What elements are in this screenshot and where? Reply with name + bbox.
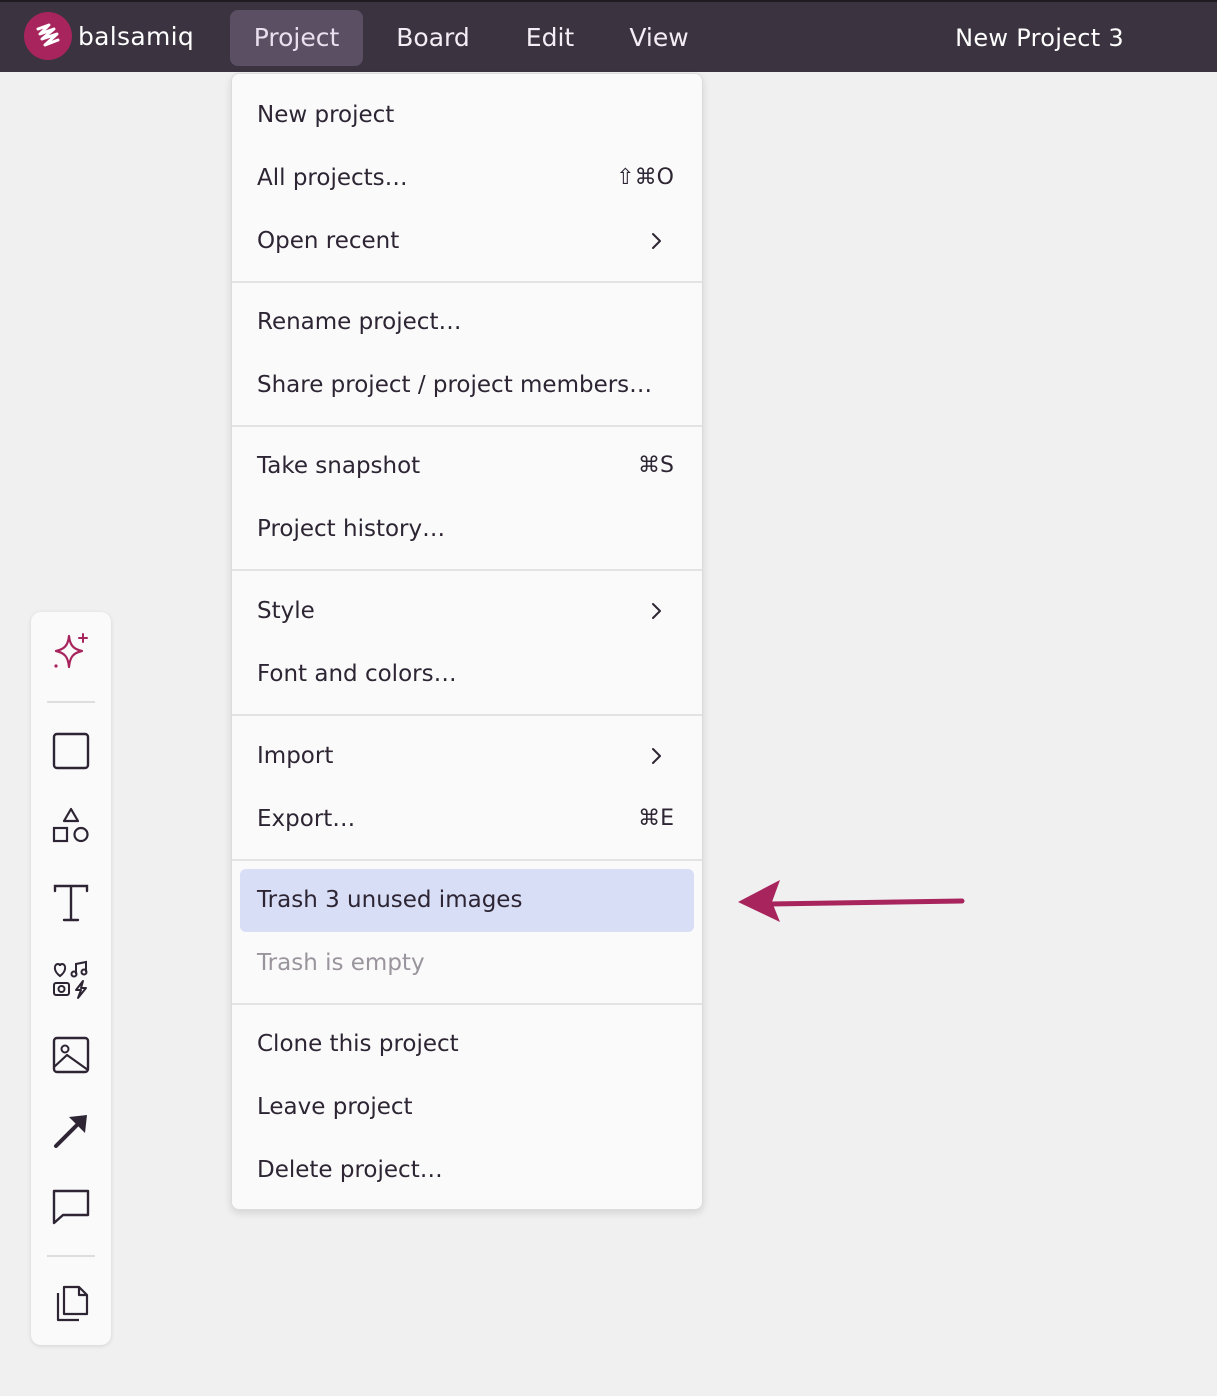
- comment-tool[interactable]: [49, 1185, 93, 1229]
- menu-divider: [232, 859, 702, 861]
- text-icon: [53, 884, 89, 922]
- menu-item-share-project[interactable]: Share project / project members…: [232, 357, 702, 413]
- menu-item-label: Style: [257, 598, 315, 624]
- chevron-right-icon: [652, 748, 661, 764]
- rectangle-icon: [52, 732, 90, 770]
- menu-item-label: Clone this project: [257, 1031, 459, 1057]
- menu-item-label: Import: [257, 743, 334, 769]
- shapes-tool[interactable]: [49, 805, 93, 849]
- menu-item-label: Take snapshot: [257, 453, 421, 479]
- image-icon: [52, 1036, 90, 1074]
- menu-item-export[interactable]: Export… ⌘E: [232, 791, 702, 847]
- icons-tool[interactable]: [49, 957, 93, 1001]
- tools-panel: [31, 612, 111, 1345]
- chevron-right-icon: [652, 603, 661, 619]
- menu-board[interactable]: Board: [378, 10, 488, 66]
- menu-item-trash-is-empty: Trash is empty: [232, 935, 702, 991]
- menu-divider: [232, 1003, 702, 1005]
- menu-project[interactable]: Project: [230, 10, 363, 66]
- shortcut-label: ⌘S: [638, 453, 674, 478]
- toolbar-divider: [47, 1255, 95, 1257]
- menu-item-label: Rename project…: [257, 309, 462, 335]
- menu-item-clone-project[interactable]: Clone this project: [232, 1016, 702, 1072]
- menu-item-label: Delete project…: [257, 1157, 443, 1183]
- annotation-arrow-icon: [738, 880, 965, 922]
- menu-item-label: Font and colors…: [257, 661, 457, 687]
- duplicate-tool[interactable]: [49, 1281, 93, 1325]
- menu-item-all-projects[interactable]: All projects… ⇧⌘O: [232, 150, 702, 206]
- arrow-tool[interactable]: [49, 1109, 93, 1153]
- menu-edit[interactable]: Edit: [505, 10, 595, 66]
- app-name: balsamiq: [78, 21, 195, 51]
- menu-divider: [232, 425, 702, 427]
- shortcut-label: ⌘E: [638, 806, 674, 831]
- menu-item-rename-project[interactable]: Rename project…: [232, 294, 702, 350]
- menu-item-new-project[interactable]: New project: [232, 87, 702, 143]
- menu-item-style[interactable]: Style: [232, 583, 702, 639]
- image-tool[interactable]: [49, 1033, 93, 1077]
- chevron-right-icon: [652, 233, 661, 249]
- menu-item-label: Trash is empty: [257, 950, 425, 976]
- balsamiq-logo-icon: [24, 12, 72, 60]
- menu-item-import[interactable]: Import: [232, 728, 702, 784]
- project-dropdown-menu: New project All projects… ⇧⌘O Open recen…: [231, 73, 703, 1210]
- ai-assistant-tool[interactable]: [49, 630, 93, 674]
- menu-item-leave-project[interactable]: Leave project: [232, 1079, 702, 1135]
- top-bar: balsamiq Project Board Edit View New Pro…: [0, 0, 1217, 72]
- rectangle-tool[interactable]: [49, 729, 93, 773]
- duplicate-icon: [56, 1285, 89, 1322]
- text-tool[interactable]: [49, 881, 93, 925]
- menu-item-take-snapshot[interactable]: Take snapshot ⌘S: [232, 438, 702, 494]
- menu-item-label: Leave project: [257, 1094, 413, 1120]
- menu-item-open-recent[interactable]: Open recent: [232, 213, 702, 269]
- menu-divider: [232, 714, 702, 716]
- shapes-icon: [52, 807, 89, 843]
- menu-item-label: All projects…: [257, 165, 408, 191]
- menu-item-label: Share project / project members…: [257, 372, 653, 398]
- ai-sparkle-icon: [54, 633, 88, 669]
- app-logo[interactable]: balsamiq: [24, 12, 194, 60]
- project-title[interactable]: New Project 3: [955, 10, 1124, 66]
- menu-item-project-history[interactable]: Project history…: [232, 501, 702, 557]
- menu-divider: [232, 569, 702, 571]
- menu-item-trash-unused-images[interactable]: Trash 3 unused images: [240, 869, 694, 932]
- menu-item-label: Trash 3 unused images: [257, 887, 523, 913]
- menu-item-font-and-colors[interactable]: Font and colors…: [232, 646, 702, 702]
- arrow-icon: [54, 1115, 87, 1148]
- menu-item-label: Open recent: [257, 228, 400, 254]
- menu-view[interactable]: View: [610, 10, 708, 66]
- menu-item-delete-project[interactable]: Delete project…: [232, 1142, 702, 1198]
- icons-library-icon: [53, 960, 88, 999]
- menu-item-label: Project history…: [257, 516, 446, 542]
- comment-icon: [52, 1189, 90, 1225]
- menu-divider: [232, 281, 702, 283]
- menu-item-label: Export…: [257, 806, 356, 832]
- shortcut-label: ⇧⌘O: [616, 165, 674, 190]
- toolbar-divider: [47, 701, 95, 703]
- menu-item-label: New project: [257, 102, 395, 128]
